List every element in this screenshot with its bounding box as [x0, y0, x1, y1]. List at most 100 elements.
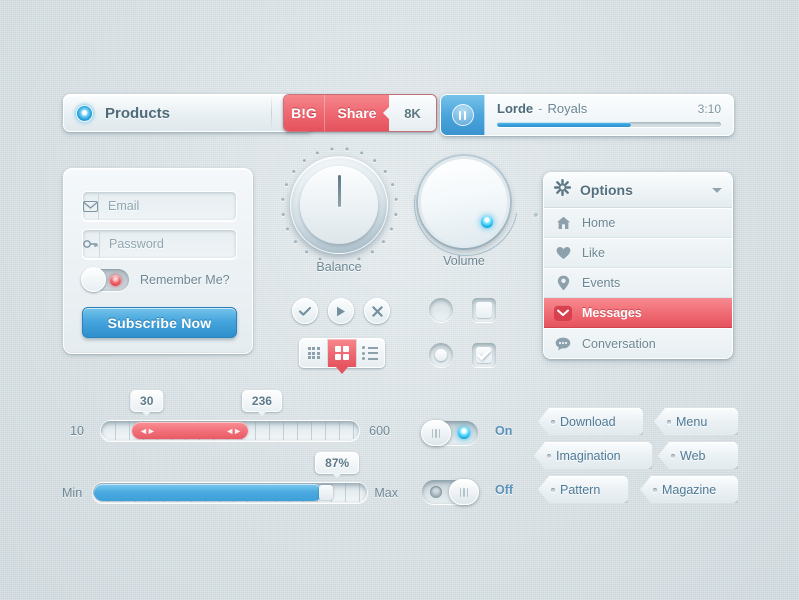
grid-large-icon — [334, 346, 349, 360]
home-icon — [554, 216, 572, 230]
tag-hole-icon — [551, 487, 555, 492]
grid-small-icon — [307, 347, 320, 359]
range-slider-track[interactable]: ◄► ◄► — [100, 420, 360, 441]
tag-label: Menu — [676, 414, 708, 429]
products-dropdown[interactable]: Products — [63, 94, 313, 132]
share-count: 8K — [383, 95, 436, 131]
checkbox-checked[interactable] — [472, 343, 496, 367]
remember-me-label: Remember Me? — [140, 273, 230, 287]
options-menu: Options Home Like Events Messages Conver… — [543, 172, 733, 359]
checkbox-unchecked[interactable] — [472, 298, 496, 322]
menu-item-conversation[interactable]: Conversation — [544, 328, 732, 358]
player-progress-fill — [497, 122, 632, 127]
switch-off[interactable] — [422, 479, 479, 505]
led-red-icon — [110, 275, 121, 286]
envelope-icon — [83, 192, 99, 220]
progress-max-label: Max — [374, 485, 398, 500]
range-handle-high[interactable]: ◄► — [225, 426, 242, 436]
login-panel: Remember Me? Subscribe Now — [63, 168, 253, 354]
led-blue-icon — [458, 427, 470, 439]
menu-item-label: Events — [582, 276, 621, 290]
check-icon — [476, 345, 492, 363]
balance-knob-group: Balance — [280, 147, 398, 274]
close-icon-button[interactable] — [364, 298, 390, 324]
remember-me-toggle[interactable] — [81, 267, 129, 292]
pause-icon[interactable] — [441, 95, 485, 135]
player-time: 3:10 — [697, 102, 721, 116]
radio-button-selected[interactable] — [429, 343, 453, 367]
view-mode-segmented-control[interactable] — [299, 338, 385, 374]
tag-hole-icon — [653, 487, 657, 492]
options-menu-header[interactable]: Options — [544, 173, 732, 208]
password-input[interactable] — [100, 230, 236, 258]
menu-item-like[interactable]: Like — [544, 238, 732, 268]
play-icon-button[interactable] — [328, 298, 354, 324]
progress-min-label: Min — [62, 485, 83, 500]
tag-button-imagination[interactable]: Imagination — [534, 442, 652, 469]
subscribe-button[interactable]: Subscribe Now — [82, 307, 237, 338]
progress-value-bubble: 87% — [315, 452, 360, 478]
player-artist: Lorde — [497, 101, 534, 116]
menu-item-messages[interactable]: Messages — [544, 298, 732, 328]
speech-bubble-icon — [554, 337, 572, 351]
ui-kit-canvas: Products B!G Share 8K Lorde - Royals 3:1… — [0, 0, 799, 600]
tag-button-web[interactable]: Web — [658, 442, 738, 469]
progress-slider[interactable]: Min Max 87% — [62, 452, 398, 503]
range-slider[interactable]: 10 ◄► ◄► 600 30 236 — [70, 390, 390, 441]
products-dropdown-label: Products — [105, 104, 171, 122]
email-input[interactable] — [99, 192, 236, 220]
progress-slider-handle[interactable] — [319, 485, 334, 500]
led-circle-icon — [76, 104, 93, 122]
check-icon-button[interactable] — [292, 298, 318, 324]
player-track-title: Royals — [547, 101, 588, 116]
grid-small-icon-button[interactable] — [300, 339, 327, 367]
range-min-label: 10 — [70, 423, 84, 438]
radio-button-unselected[interactable] — [429, 298, 453, 322]
menu-item-label: Conversation — [582, 336, 656, 351]
email-field[interactable] — [82, 191, 237, 221]
tag-button-menu[interactable]: Menu — [654, 408, 738, 435]
player-progress-bar[interactable] — [497, 122, 721, 127]
key-icon — [83, 230, 100, 258]
player-body: Lorde - Royals 3:10 — [485, 95, 733, 135]
tag-label: Imagination — [556, 448, 621, 463]
range-handle-low[interactable]: ◄► — [139, 426, 156, 436]
volume-knob-group: Volume — [393, 131, 539, 277]
switch-on-label: On — [495, 424, 513, 438]
volume-knob[interactable] — [393, 131, 539, 277]
led-off-icon — [430, 486, 442, 498]
grid-large-icon-button[interactable] — [327, 339, 356, 374]
range-slider-fill[interactable]: ◄► ◄► — [131, 422, 249, 439]
progress-slider-track[interactable] — [92, 482, 368, 503]
range-max-label: 600 — [369, 423, 390, 438]
player-separator: - — [538, 101, 543, 116]
menu-item-label: Messages — [582, 306, 642, 320]
tag-label: Magazine — [662, 482, 717, 497]
tag-button-download[interactable]: Download — [538, 408, 643, 435]
heart-icon — [554, 246, 572, 260]
list-icon-button[interactable] — [355, 339, 384, 367]
led-blue-icon — [481, 216, 493, 228]
tag-hole-icon — [551, 419, 555, 424]
range-low-value-bubble: 30 — [130, 390, 164, 416]
options-menu-title: Options — [580, 182, 633, 198]
range-high-value-bubble: 236 — [241, 390, 282, 416]
switch-on[interactable] — [421, 420, 478, 446]
share-widget[interactable]: B!G Share 8K — [283, 94, 437, 132]
password-field[interactable] — [82, 229, 237, 259]
tag-label: Download — [560, 414, 616, 429]
tag-button-pattern[interactable]: Pattern — [538, 476, 628, 503]
menu-item-home[interactable]: Home — [544, 208, 732, 238]
tag-hole-icon — [547, 453, 551, 458]
chevron-down-icon[interactable] — [712, 187, 722, 193]
list-icon — [362, 346, 379, 360]
menu-item-label: Home — [582, 216, 616, 230]
balance-knob[interactable] — [280, 147, 398, 261]
share-button[interactable]: Share — [325, 95, 389, 131]
share-logo: B!G — [284, 95, 325, 131]
knob-indicator — [337, 175, 341, 207]
menu-item-events[interactable]: Events — [544, 268, 732, 298]
tag-button-magazine[interactable]: Magazine — [640, 476, 738, 503]
tag-label: Web — [680, 448, 706, 463]
media-player: Lorde - Royals 3:10 — [440, 94, 734, 136]
